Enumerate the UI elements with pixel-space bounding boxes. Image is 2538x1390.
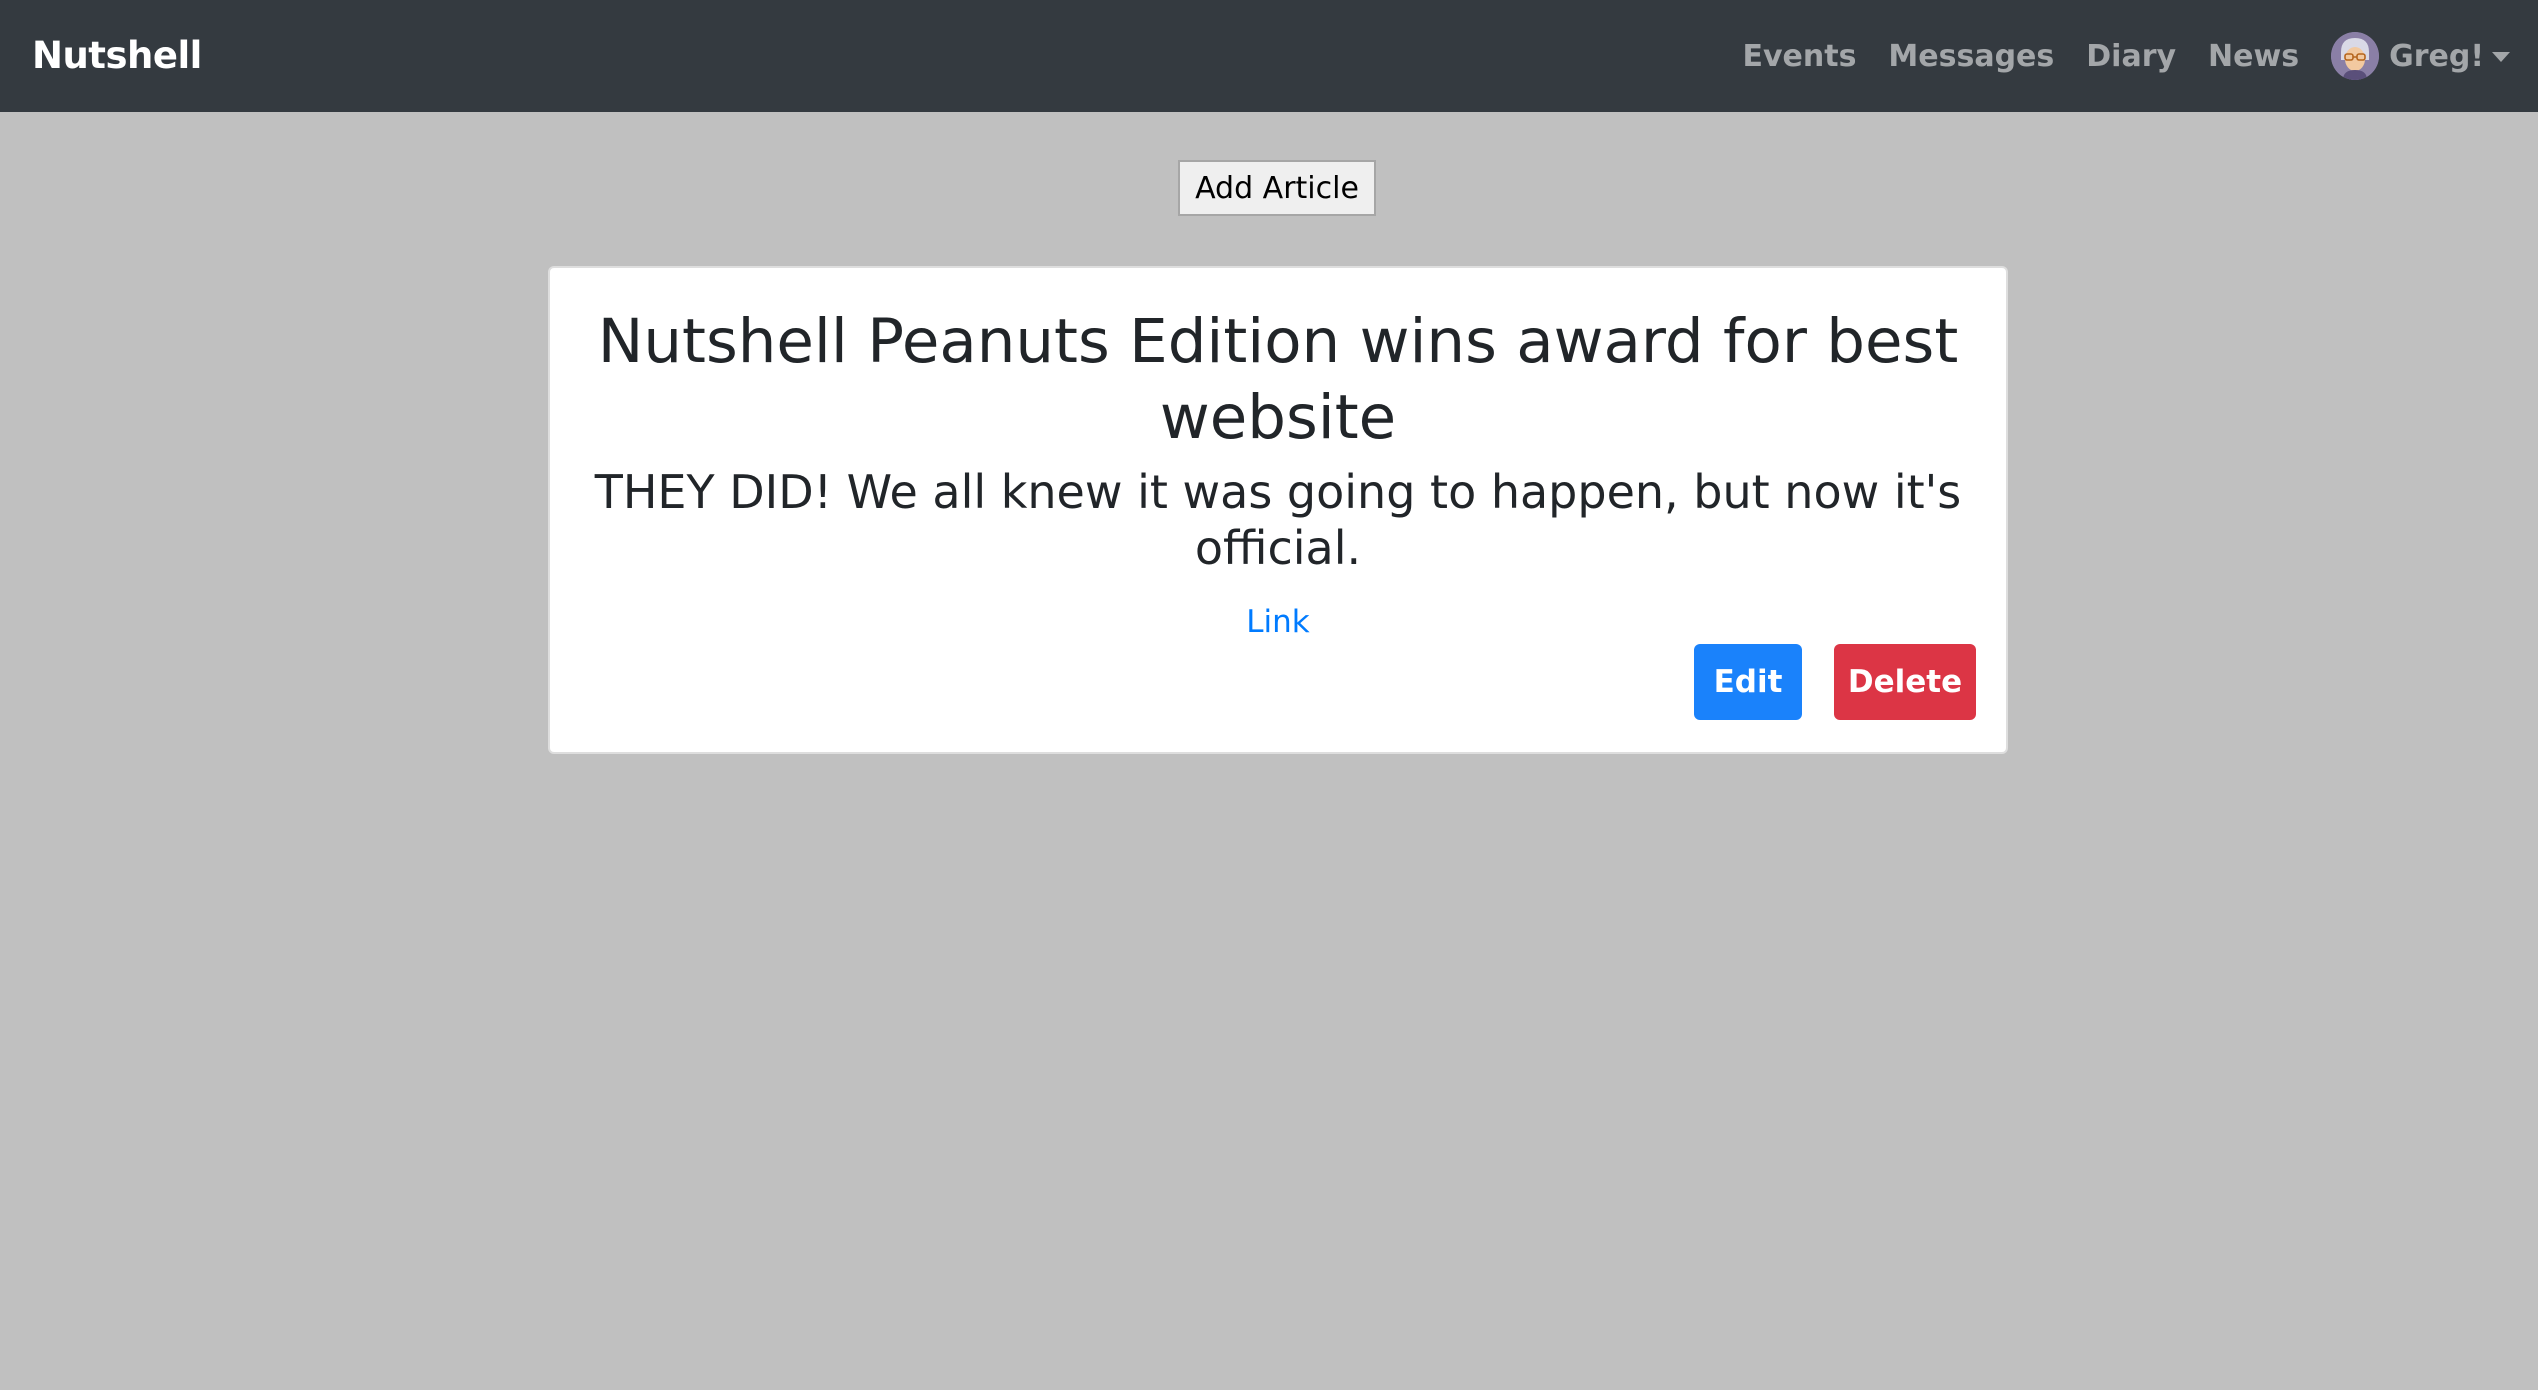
brand-logo[interactable]: Nutshell (32, 0, 202, 112)
user-avatar-icon (2331, 32, 2380, 80)
nav-links: Events Messages Diary News Greg! (1710, 0, 2510, 112)
article-title: Nutshell Peanuts Edition wins award for … (597, 306, 1959, 453)
user-dropdown-toggle[interactable]: Greg! (2331, 32, 2510, 80)
delete-article-button[interactable]: Delete (1834, 644, 1976, 720)
add-article-button[interactable]: Add Article (1178, 160, 1376, 216)
nav-link-messages[interactable]: Messages (1888, 39, 2054, 74)
edit-article-button[interactable]: Edit (1694, 644, 1802, 720)
article-link[interactable]: Link (1246, 604, 1309, 640)
article-card: Nutshell Peanuts Edition wins award for … (548, 266, 2008, 754)
nav-link-diary[interactable]: Diary (2086, 39, 2176, 74)
nav-link-news[interactable]: News (2208, 39, 2299, 74)
caret-down-icon (2492, 52, 2510, 62)
article-synopsis: THEY DID! We all knew it was going to ha… (594, 465, 1962, 575)
nav-link-events[interactable]: Events (1742, 39, 1856, 74)
top-navbar: Nutshell Events Messages Diary News Greg… (0, 0, 2538, 112)
article-link-wrapper: Link (550, 602, 2006, 642)
user-name: Greg! (2389, 38, 2484, 74)
